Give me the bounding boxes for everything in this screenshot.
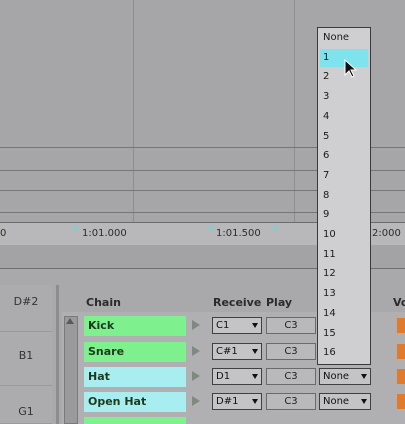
play-column-header: Play bbox=[266, 296, 293, 309]
choke-group-option[interactable]: 13 bbox=[320, 285, 368, 303]
choke-group-option[interactable]: 4 bbox=[320, 108, 368, 126]
pad-label[interactable]: B1 bbox=[0, 349, 52, 386]
receive-note-dropdown[interactable]: D1 bbox=[212, 368, 262, 385]
receive-note-value: C#1 bbox=[216, 346, 238, 357]
choke-group-option[interactable]: None bbox=[320, 29, 368, 47]
chain-name[interactable]: Open Hat bbox=[84, 392, 186, 412]
choke-group-dropdown[interactable]: None bbox=[319, 393, 371, 410]
chain-name[interactable]: Snare bbox=[84, 342, 186, 362]
loop-marker-icon[interactable] bbox=[72, 225, 78, 230]
grid-line bbox=[133, 0, 134, 222]
receive-note-value: D1 bbox=[216, 371, 231, 382]
play-note-field[interactable]: C3 bbox=[266, 317, 316, 334]
volume-indicator[interactable] bbox=[397, 369, 405, 384]
volume-indicator[interactable] bbox=[397, 318, 405, 333]
choke-group-option[interactable]: 9 bbox=[320, 206, 368, 224]
choke-group-option[interactable]: 3 bbox=[320, 88, 368, 106]
ruler-tick-label: 2:000 bbox=[372, 228, 401, 239]
choke-group-option[interactable]: 16 bbox=[320, 344, 368, 362]
grid-line bbox=[294, 0, 295, 222]
column-divider bbox=[56, 285, 59, 424]
ruler-tick-label: 0 bbox=[0, 228, 7, 239]
dropdown-arrow-icon bbox=[252, 349, 258, 354]
choke-group-option[interactable]: 12 bbox=[320, 265, 368, 283]
play-chain-icon[interactable] bbox=[192, 371, 200, 381]
play-note-field[interactable]: C3 bbox=[266, 343, 316, 360]
play-chain-icon[interactable] bbox=[192, 396, 200, 406]
dropdown-arrow-icon bbox=[252, 399, 258, 404]
receive-note-value: D#1 bbox=[216, 396, 239, 407]
dropdown-arrow-icon bbox=[252, 323, 258, 328]
choke-group-option[interactable]: 6 bbox=[320, 147, 368, 165]
scroll-up-arrow-icon[interactable] bbox=[66, 318, 74, 324]
chain-name[interactable] bbox=[84, 417, 186, 424]
play-note-field[interactable]: C3 bbox=[266, 393, 316, 410]
choke-group-value: None bbox=[323, 396, 350, 407]
receive-note-dropdown[interactable]: C#1 bbox=[212, 343, 262, 360]
receive-note-value: C1 bbox=[216, 320, 230, 331]
chain-column-header: Chain bbox=[86, 296, 121, 309]
ruler-tick-label: 1:01.000 bbox=[82, 228, 127, 239]
choke-group-option[interactable]: 14 bbox=[320, 305, 368, 323]
receive-note-dropdown[interactable]: C1 bbox=[212, 317, 262, 334]
loop-marker-icon[interactable] bbox=[272, 225, 278, 230]
volume-indicator[interactable] bbox=[397, 394, 405, 409]
play-chain-icon[interactable] bbox=[192, 346, 200, 356]
loop-marker-icon[interactable] bbox=[208, 225, 214, 230]
play-chain-icon[interactable] bbox=[192, 320, 200, 330]
pad-label[interactable]: D#2 bbox=[0, 295, 52, 332]
chain-name[interactable]: Hat bbox=[84, 367, 186, 387]
choke-group-option[interactable]: 8 bbox=[320, 187, 368, 205]
choke-group-option[interactable]: 11 bbox=[320, 246, 368, 264]
choke-group-option[interactable]: 7 bbox=[320, 167, 368, 185]
dropdown-arrow-icon bbox=[361, 399, 367, 404]
choke-group-option[interactable]: 5 bbox=[320, 128, 368, 146]
chain-name[interactable]: Kick bbox=[84, 316, 186, 336]
pad-label[interactable]: G1 bbox=[0, 405, 52, 424]
receive-column-header: Receive bbox=[213, 296, 262, 309]
ruler-tick-label: 1:01.500 bbox=[216, 228, 261, 239]
mouse-cursor-icon bbox=[344, 59, 358, 78]
receive-note-dropdown[interactable]: D#1 bbox=[212, 393, 262, 410]
pad-column: D#2 B1 G1 bbox=[0, 285, 52, 424]
dropdown-arrow-icon bbox=[361, 374, 367, 379]
play-note-field[interactable]: C3 bbox=[266, 368, 316, 385]
choke-group-dropdown[interactable]: None bbox=[319, 368, 371, 385]
chain-list-scrollbar[interactable] bbox=[64, 316, 78, 424]
choke-group-option[interactable]: 10 bbox=[320, 226, 368, 244]
volume-indicator[interactable] bbox=[397, 344, 405, 359]
dropdown-arrow-icon bbox=[252, 374, 258, 379]
choke-group-value: None bbox=[323, 371, 350, 382]
choke-group-option[interactable]: 15 bbox=[320, 325, 368, 343]
volume-column-header: Vo bbox=[393, 296, 405, 309]
